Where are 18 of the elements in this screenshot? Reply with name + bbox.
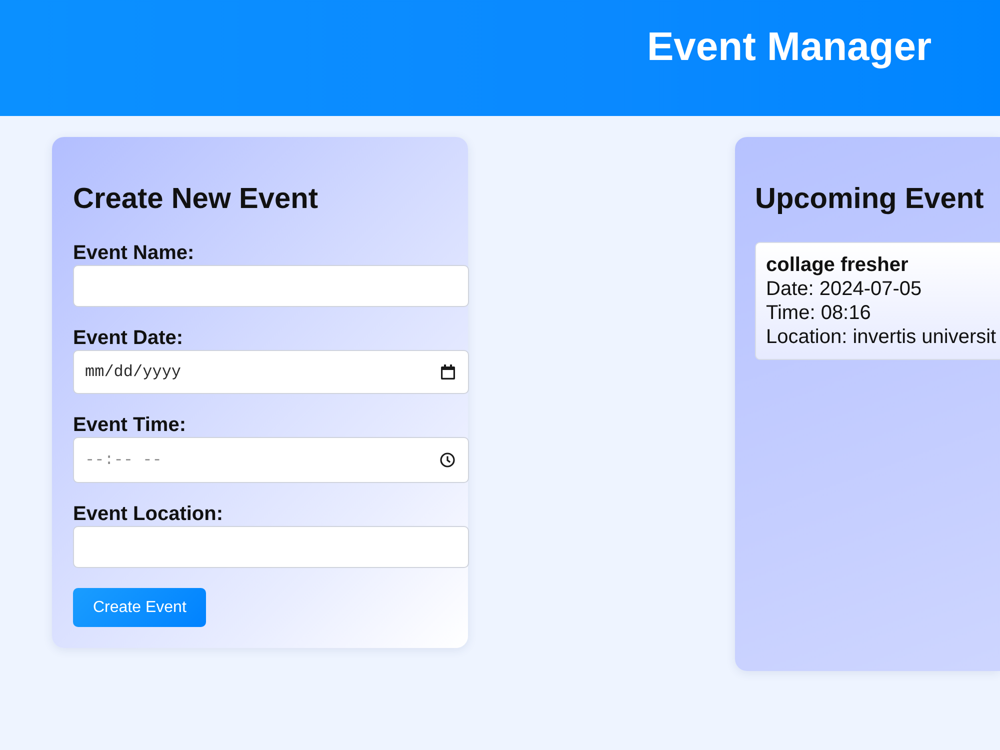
text-field[interactable] [73,265,469,307]
event-time: Time: 08:16 [766,301,872,325]
field-label: Event Location: [73,503,224,526]
app-title: Event Manager [647,24,932,70]
event-name: collage fresher [766,253,910,277]
form-title: Create New Event [73,182,319,216]
text-field[interactable] [73,526,469,568]
calendar-icon[interactable] [441,364,455,380]
time-field[interactable]: --:-- -- [73,437,469,483]
event-date: Date: 2024-07-05 [766,277,923,301]
date-field[interactable]: mm/dd/yyyy [73,350,469,394]
panel-title: Upcoming Event [755,182,985,216]
field-label: Event Name: [73,242,196,265]
clock-icon[interactable] [440,452,455,468]
field-label: Event Time: [73,414,187,437]
create-event-button[interactable]: Create Event [73,588,206,627]
field-label: Event Date: [73,327,184,350]
event-location: Location: invertis universit [766,325,998,349]
